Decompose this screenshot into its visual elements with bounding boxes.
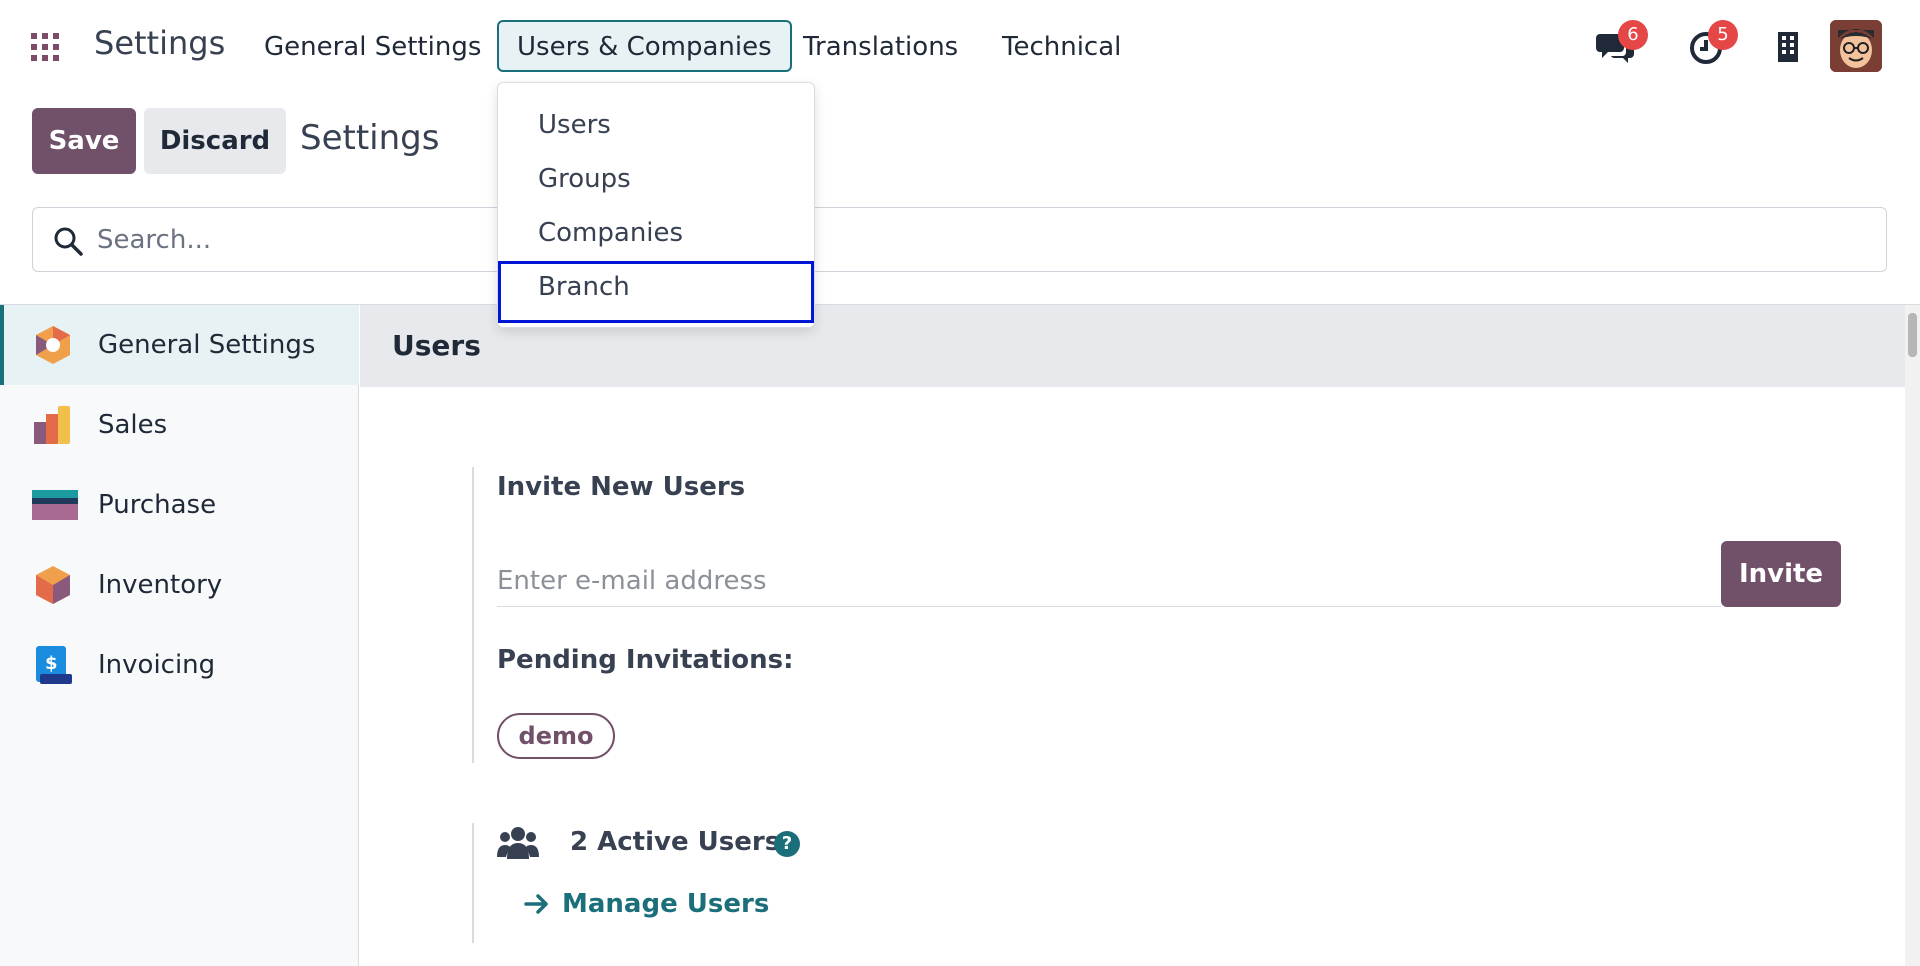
menu-general-settings[interactable]: General Settings <box>244 20 501 72</box>
top-navbar: Settings General Settings Users & Compan… <box>0 0 1920 92</box>
sidebar-item-sales[interactable]: Sales <box>0 385 359 465</box>
messages-button[interactable]: 6 <box>1596 20 1648 66</box>
sidebar-item-label: Invoicing <box>98 650 216 680</box>
invite-users-title: Invite New Users <box>497 472 746 502</box>
sidebar-item-purchase[interactable]: Purchase <box>0 465 359 545</box>
sales-icon <box>34 406 70 444</box>
inventory-icon <box>36 566 70 604</box>
menu-users-companies[interactable]: Users & Companies <box>497 20 792 72</box>
dropdown-item-companies[interactable]: Companies <box>498 207 814 259</box>
activities-badge: 5 <box>1708 20 1738 50</box>
invoicing-icon: $ <box>36 646 72 684</box>
invite-email-input[interactable] <box>497 555 1721 607</box>
apps-grid-icon[interactable] <box>31 33 59 61</box>
menu-technical[interactable]: Technical <box>982 20 1141 72</box>
settings-sidebar: General Settings Sales Purchase Inventor… <box>0 305 359 966</box>
menu-translations[interactable]: Translations <box>783 20 978 72</box>
user-avatar[interactable] <box>1830 20 1882 72</box>
setting-box-border <box>472 823 474 943</box>
building-icon <box>1778 32 1798 62</box>
company-switcher-button[interactable] <box>1768 26 1808 66</box>
sidebar-item-label: Inventory <box>98 570 223 600</box>
setting-box-border <box>472 467 474 763</box>
sidebar-item-label: General Settings <box>98 330 316 360</box>
activities-button[interactable]: 5 <box>1686 20 1738 66</box>
search-bar <box>32 207 1887 272</box>
discard-button[interactable]: Discard <box>144 108 286 174</box>
arrow-right-icon <box>524 894 548 914</box>
manage-users-label: Manage Users <box>562 889 770 919</box>
active-users-count: 2 Active Users <box>570 827 781 857</box>
search-icon <box>54 227 83 256</box>
users-companies-dropdown: Users Groups Companies Branch <box>497 82 815 328</box>
invite-button[interactable]: Invite <box>1721 541 1841 607</box>
manage-users-link[interactable]: Manage Users <box>524 889 769 919</box>
main-scrollbar[interactable] <box>1905 305 1920 966</box>
avatar-face-icon <box>1830 20 1882 72</box>
svg-text:$: $ <box>45 653 58 674</box>
settings-main-panel: Users Invite New Users Invite Pending In… <box>360 305 1905 966</box>
search-input[interactable] <box>97 214 1857 266</box>
section-title: Users <box>392 329 481 362</box>
general-settings-icon <box>36 326 70 364</box>
scrollbar-thumb[interactable] <box>1908 313 1917 357</box>
purchase-icon <box>32 490 78 520</box>
sidebar-item-label: Sales <box>98 410 168 440</box>
dropdown-item-branch[interactable]: Branch <box>498 261 814 323</box>
pending-user-badge[interactable]: demo <box>497 713 615 759</box>
sidebar-item-inventory[interactable]: Inventory <box>0 545 359 625</box>
sidebar-item-general-settings[interactable]: General Settings <box>0 305 359 385</box>
save-button[interactable]: Save <box>32 108 136 174</box>
users-group-icon <box>497 827 539 859</box>
messages-badge: 6 <box>1618 20 1648 50</box>
app-brand[interactable]: Settings <box>94 24 225 62</box>
pending-invitations-label: Pending Invitations: <box>497 645 794 675</box>
dropdown-item-users[interactable]: Users <box>498 99 814 151</box>
help-icon[interactable]: ? <box>774 831 800 857</box>
dropdown-item-groups[interactable]: Groups <box>498 153 814 205</box>
page-title: Settings <box>300 118 440 158</box>
sidebar-item-invoicing[interactable]: $ Invoicing <box>0 625 359 705</box>
sidebar-item-label: Purchase <box>98 490 217 520</box>
